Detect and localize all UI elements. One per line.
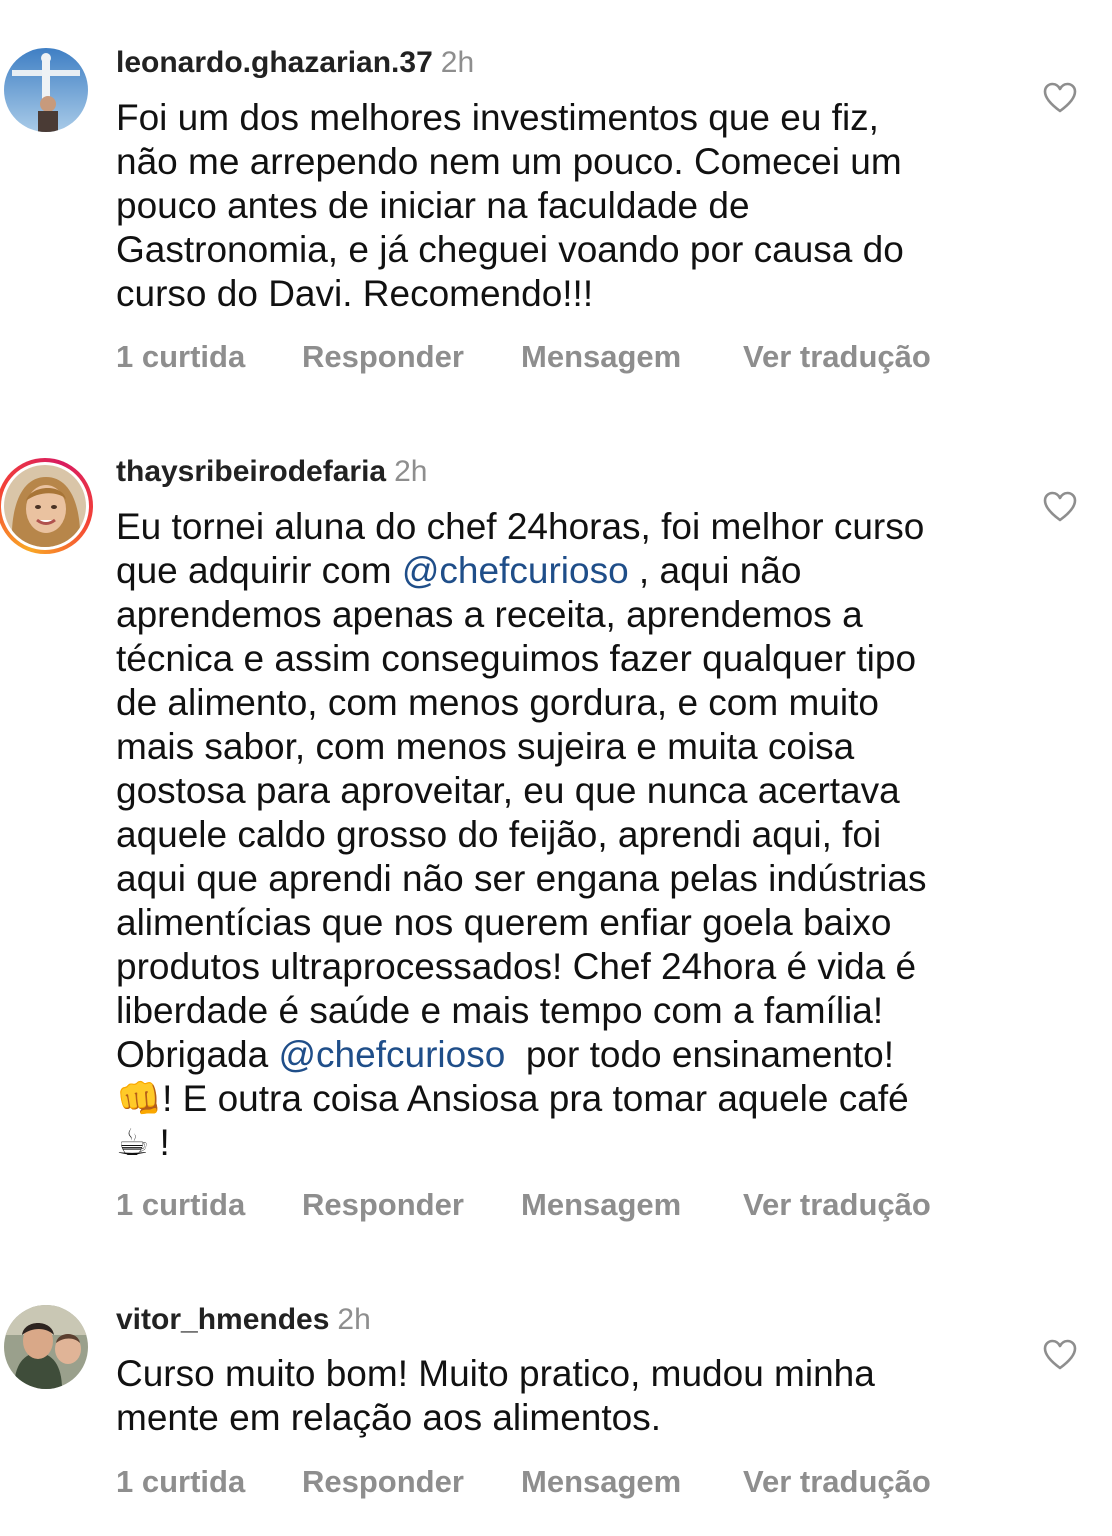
comment-line: aprendemos apenas a receita, aprendemos … <box>116 594 863 635</box>
comment-line: Eu tornei aluna do chef 24horas, foi mel… <box>116 506 925 547</box>
comment-header: thaysribeirodefaria 2h <box>116 455 427 489</box>
comment-line: Curso muito bom! Muito pratico, mudou mi… <box>116 1353 875 1394</box>
text-segment: que adquirir com <box>116 550 402 591</box>
comment-header: vitor_hmendes 2h <box>116 1303 371 1337</box>
comment-header: leonardo.ghazarian.37 2h <box>116 46 474 80</box>
comment-line: técnica e assim conseguimos fazer qualqu… <box>116 638 917 679</box>
likes-count[interactable]: 1 curtida <box>116 1464 245 1500</box>
reply-button[interactable]: Responder <box>302 339 464 375</box>
avatar[interactable] <box>4 48 88 132</box>
comment-line: gostosa para aproveitar, eu que nunca ac… <box>116 770 900 811</box>
comment-line: Gastronomia, e já cheguei voando por cau… <box>116 229 904 270</box>
comment-line: ☕ ! <box>116 1121 996 1165</box>
mention-link[interactable]: @chefcurioso <box>279 1034 506 1075</box>
translate-button[interactable]: Ver tradução <box>743 1187 931 1223</box>
timestamp: 2h <box>394 455 428 488</box>
reply-button[interactable]: Responder <box>302 1464 464 1500</box>
likes-count[interactable]: 1 curtida <box>116 1187 245 1223</box>
comment-line: Foi um dos melhores investimentos que eu… <box>116 97 879 138</box>
avatar-image <box>4 465 86 547</box>
username[interactable]: thaysribeirodefaria <box>116 455 386 488</box>
comment-line: produtos ultraprocessados! Chef 24hora é… <box>116 946 917 987</box>
heart-icon[interactable] <box>1043 82 1077 114</box>
comment-line: alimentícias que nos querem enfiar goela… <box>116 902 892 943</box>
username[interactable]: leonardo.ghazarian.37 <box>116 46 433 79</box>
translate-button[interactable]: Ver tradução <box>743 339 931 375</box>
likes-count[interactable]: 1 curtida <box>116 339 245 375</box>
comment-line: liberdade é saúde e mais tempo com a fam… <box>116 990 884 1031</box>
comment-line: 👊! E outra coisa Ansiosa pra tomar aquel… <box>116 1077 996 1121</box>
message-button[interactable]: Mensagem <box>521 1464 681 1500</box>
comment-line: que adquirir com @chefcurioso , aqui não <box>116 549 996 593</box>
story-ring[interactable] <box>0 458 93 554</box>
comment-line: pouco antes de iniciar na faculdade de <box>116 185 750 226</box>
text-segment: , aqui não <box>628 550 802 591</box>
comment-line: curso do Davi. Recomendo!!! <box>116 273 594 314</box>
comment-line: não me arrependo nem um pouco. Comecei u… <box>116 141 902 182</box>
avatar-image <box>4 48 88 132</box>
avatar <box>4 465 86 547</box>
message-button[interactable]: Mensagem <box>521 339 681 375</box>
fist-emoji-icon: 👊 <box>116 1078 163 1119</box>
message-button[interactable]: Mensagem <box>521 1187 681 1223</box>
avatar-image <box>4 1305 88 1389</box>
coffee-emoji-icon: ☕ <box>116 1122 150 1163</box>
username[interactable]: vitor_hmendes <box>116 1303 329 1336</box>
text-segment: por todo ensinamento! <box>505 1034 895 1075</box>
comment-line: de alimento, com menos gordura, e com mu… <box>116 682 879 723</box>
heart-icon[interactable] <box>1043 1339 1077 1371</box>
avatar[interactable] <box>4 1305 88 1389</box>
text-segment: ! E outra coisa Ansiosa pra tomar aquele… <box>162 1078 909 1119</box>
timestamp: 2h <box>440 46 475 79</box>
comment-line: mais sabor, com menos sujeira e muita co… <box>116 726 855 767</box>
comment-text: Foi um dos melhores investimentos que eu… <box>116 96 996 316</box>
comment-text: Curso muito bom! Muito pratico, mudou mi… <box>116 1352 996 1440</box>
comment-text: Eu tornei aluna do chef 24horas, foi mel… <box>116 505 996 1165</box>
heart-icon[interactable] <box>1043 491 1077 523</box>
comment-line: Obrigada @chefcurioso por todo ensinamen… <box>116 1033 996 1077</box>
comment-line: aqui que aprendi não ser engana pelas in… <box>116 858 927 899</box>
text-segment: ! <box>149 1122 170 1163</box>
timestamp: 2h <box>337 1303 371 1336</box>
comment-line: mente em relação aos alimentos. <box>116 1397 661 1438</box>
translate-button[interactable]: Ver tradução <box>743 1464 931 1500</box>
text-segment: Obrigada <box>116 1034 279 1075</box>
reply-button[interactable]: Responder <box>302 1187 464 1223</box>
mention-link[interactable]: @chefcurioso <box>402 550 629 591</box>
comment-line: aquele caldo grosso do feijão, aprendi a… <box>116 814 882 855</box>
